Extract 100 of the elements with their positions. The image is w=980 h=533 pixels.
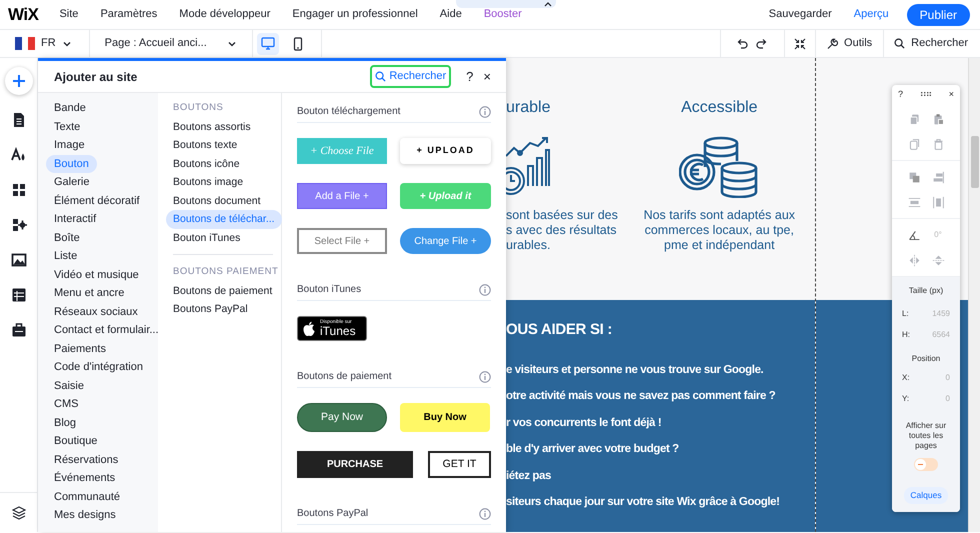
subcategory-item[interactable]: Boutons document — [166, 192, 268, 210]
category-item[interactable]: Liste — [46, 247, 86, 266]
scrollbar[interactable] — [968, 58, 980, 532]
size-title: Taille (px) — [908, 285, 944, 297]
menu-item[interactable]: Paramètres — [100, 6, 158, 23]
mobile-icon — [292, 36, 303, 50]
group-heading: BOUTONS PAIEMENT — [173, 265, 280, 279]
help-button[interactable]: ? — [898, 90, 904, 98]
menu-item[interactable]: Site — [59, 6, 78, 23]
info-icon[interactable] — [479, 508, 491, 520]
subcategory-item[interactable]: Boutons de paiement — [166, 282, 280, 300]
apple-icon — [302, 320, 316, 336]
toggle-switch[interactable] — [914, 458, 938, 471]
table-icon — [10, 286, 26, 302]
feature-text: sont basées sur des s avec des résultats urables. — [506, 208, 618, 253]
briefcase-icon — [10, 322, 26, 338]
category-item[interactable]: Interactif — [46, 210, 104, 228]
group-heading: BOUTONS — [173, 101, 224, 115]
category-item[interactable]: Élément décoratif — [46, 192, 148, 210]
category-item[interactable]: Image — [46, 136, 93, 154]
category-item[interactable]: Paiements — [46, 340, 114, 358]
category-item[interactable]: Vidéo et musique — [46, 266, 147, 284]
search-icon — [375, 71, 386, 82]
category-item[interactable]: Bande — [46, 99, 94, 118]
subcategory-item[interactable]: Bouton iTunes — [166, 228, 248, 247]
tools-button[interactable]: Outils — [816, 35, 884, 52]
info-icon[interactable] — [479, 370, 491, 382]
category-item[interactable]: Réservations — [46, 450, 126, 469]
subcategory-item[interactable]: Boutons icône — [166, 154, 247, 173]
caret-icon — [544, 1, 552, 7]
save-link[interactable]: Sauvegarder — [768, 6, 832, 23]
image-icon — [10, 252, 26, 268]
duplicate-icon — [908, 138, 920, 150]
help-button[interactable]: ? — [461, 66, 478, 86]
publish-button[interactable]: Publier — [906, 4, 970, 26]
info-icon[interactable] — [479, 106, 491, 118]
select-file-button[interactable]: Select File + — [297, 228, 387, 254]
redo-button[interactable] — [756, 38, 768, 50]
menu-item[interactable]: Booster — [484, 6, 522, 23]
copy-icon — [908, 112, 920, 126]
feature-text: Nos tarifs sont adaptés aux commerces locaux, au tpe, pme et indépendant — [644, 208, 796, 253]
match-size-button[interactable] — [930, 194, 946, 210]
close-button[interactable]: × — [478, 66, 496, 86]
desktop-icon — [260, 37, 275, 50]
chart-clock-icon — [506, 136, 550, 198]
page-dropdown[interactable]: Page : Accueil anci... — [90, 35, 252, 52]
undo-button[interactable] — [736, 38, 748, 50]
category-item[interactable]: Bouton — [46, 154, 97, 173]
search-button[interactable]: Rechercher — [884, 35, 980, 52]
section-title: Bouton iTunes — [297, 283, 362, 297]
flag-icon — [15, 37, 35, 50]
subcategory-item[interactable]: Boutons image — [166, 173, 250, 192]
feature-title: urable — [506, 98, 550, 118]
subcategory-item[interactable]: Boutons assortis — [166, 118, 258, 136]
delete-icon — [932, 138, 944, 150]
category-item[interactable]: Boîte — [46, 228, 88, 247]
field-label: Y: — [902, 392, 910, 404]
add-button[interactable] — [4, 67, 32, 95]
subcategory-item[interactable]: Boutons PayPal — [166, 300, 255, 318]
preview-link[interactable]: Aperçu — [854, 6, 889, 23]
flip-horizontal-icon — [908, 254, 920, 266]
category-item[interactable]: Communauté — [46, 488, 128, 506]
menu-item[interactable]: Mode développeur — [179, 6, 270, 23]
category-item[interactable]: Menu et ancre — [46, 284, 132, 302]
bullet-text: e visiteurs et personne ne vous trouve sur Google. — [506, 364, 764, 376]
category-item[interactable]: Mes designs — [46, 506, 124, 524]
category-item[interactable]: Saisie — [46, 376, 92, 395]
desktop-view-button[interactable] — [256, 32, 279, 54]
purchase-button[interactable]: PURCHASE — [297, 451, 413, 478]
subcategory-item[interactable]: Boutons de téléchar... — [166, 210, 282, 228]
category-item[interactable]: Contact et formulair... — [46, 321, 167, 340]
wix-logo[interactable]: WiX — [8, 2, 38, 28]
category-item[interactable]: CMS — [46, 395, 86, 414]
category-item[interactable]: Galerie — [46, 173, 98, 192]
layers-button[interactable]: Calques — [904, 487, 948, 504]
distribute-icon — [908, 196, 920, 208]
category-item[interactable]: Blog — [46, 414, 84, 432]
grid-icon — [10, 182, 26, 198]
info-icon[interactable] — [479, 284, 491, 296]
coins-icon — [679, 136, 760, 198]
get-button[interactable]: GET IT — [428, 451, 491, 478]
close-button[interactable]: × — [948, 90, 954, 98]
category-item[interactable]: Événements — [46, 469, 124, 488]
upload-button[interactable]: + UPLOAD — [400, 138, 491, 164]
buy-button[interactable]: Buy Now — [400, 403, 490, 432]
panel-search-button[interactable]: Rechercher — [370, 65, 452, 88]
category-item[interactable]: Boutique — [46, 432, 106, 450]
language-dropdown[interactable]: FR — [0, 35, 89, 52]
drag-handle-icon[interactable] — [920, 92, 931, 96]
pay-button[interactable]: Pay Now — [297, 403, 387, 432]
subcategory-item[interactable]: Boutons texte — [166, 136, 244, 154]
flip-vertical-icon — [932, 254, 944, 266]
search-icon — [894, 38, 906, 49]
category-item[interactable]: Réseaux sociaux — [46, 302, 146, 321]
menu-item[interactable]: Engager un professionnel — [292, 6, 418, 23]
category-item[interactable]: Texte — [46, 118, 88, 136]
match-size-icon — [932, 196, 944, 208]
category-item[interactable]: Code d'intégration — [46, 358, 151, 376]
menu-item[interactable]: Aide — [440, 6, 462, 23]
position-title: Position — [912, 353, 940, 365]
